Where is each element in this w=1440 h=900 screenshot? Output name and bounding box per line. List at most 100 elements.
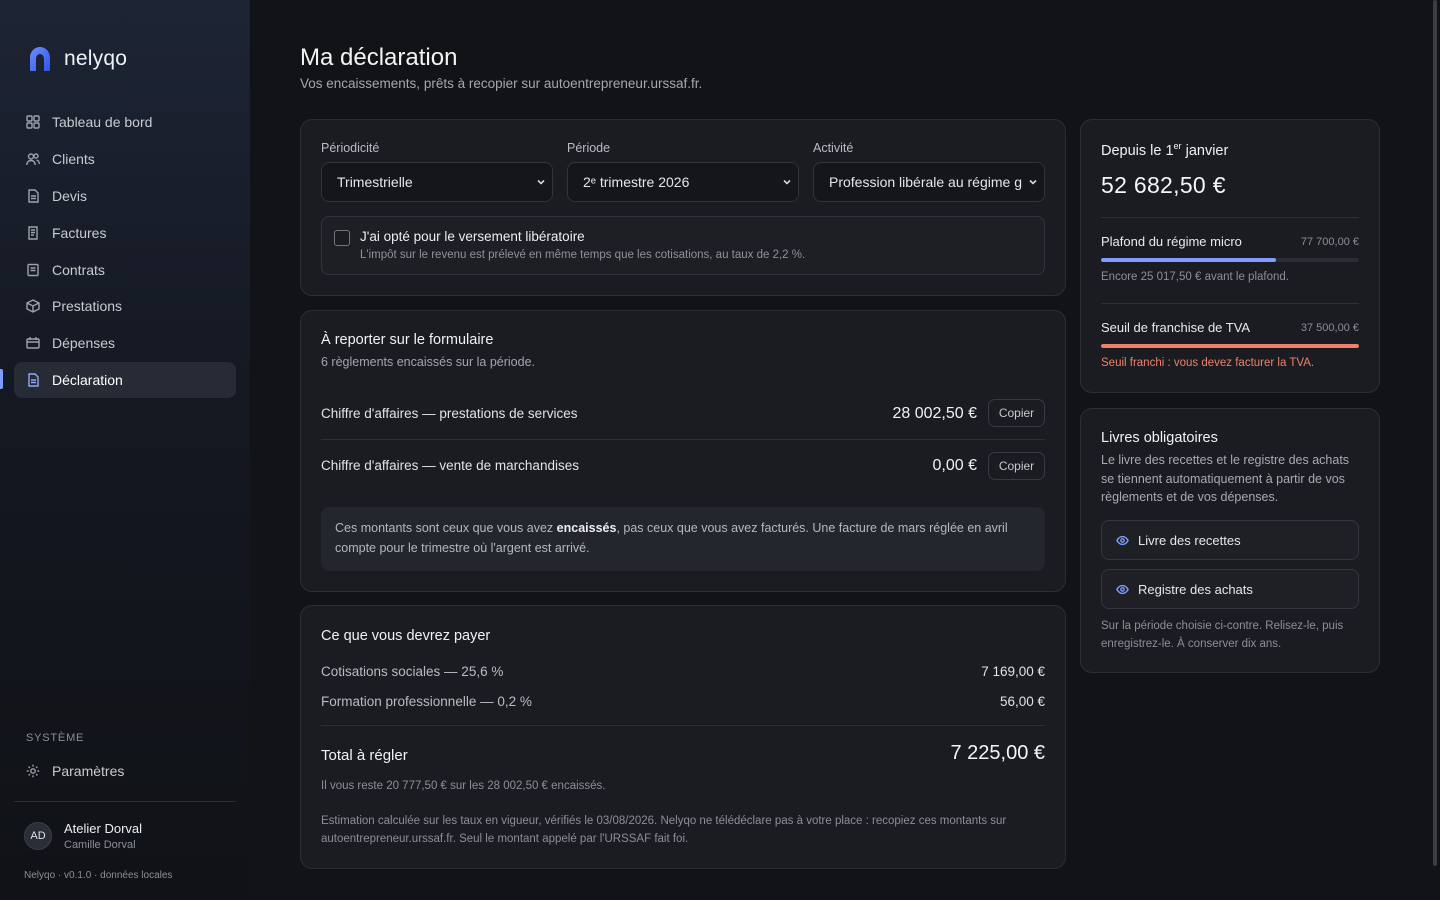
vat-threshold-value: 37 500,00 € — [1300, 322, 1359, 334]
nav-label: Devis — [52, 187, 88, 204]
declaration-icon — [28, 373, 39, 387]
divider — [14, 801, 236, 802]
title-text: janvier — [1181, 142, 1229, 159]
services-revenue-amount: 28 002,50 € — [892, 405, 977, 422]
disclaimer-text: Estimation calculée sur les taux en vigu… — [321, 815, 1007, 845]
services-revenue-label: Chiffre d'affaires — prestations de serv… — [321, 406, 578, 421]
report-card: À reporter sur le formulaire 6 règlement… — [300, 310, 1066, 592]
year-summary-card: Depuis le 1er janvier 52 682,50 € Plafon… — [1080, 119, 1380, 393]
nav-label: Dépenses — [52, 335, 116, 352]
goods-revenue-label: Chiffre d'affaires — vente de marchandis… — [321, 458, 579, 473]
eye-icon — [1116, 535, 1129, 545]
contract-icon — [27, 263, 39, 276]
user-name: Atelier Dorval — [64, 821, 143, 836]
period-value: 2ᵉ trimestre 2026 — [583, 174, 690, 190]
nav-item-clients[interactable]: Clients — [14, 141, 236, 177]
chevron-down-icon — [783, 179, 791, 185]
periodicity-value: Trimestrielle — [337, 174, 413, 190]
vat-threshold-label: Seuil de franchise de TVA — [1101, 320, 1251, 335]
nav-item-declaration[interactable]: Déclaration — [14, 362, 236, 399]
nav-label: Contrats — [52, 261, 105, 278]
page-scrollbar[interactable] — [1433, 0, 1437, 866]
remaining-text: Il vous reste 20 777,50 € sur les 28 002… — [321, 780, 606, 792]
activity-select[interactable]: Profession libérale au régime général — [813, 162, 1045, 202]
page-subtitle: Vos encaissements, prêts à recopier sur … — [300, 76, 703, 91]
vat-threshold-progress-fill — [1101, 344, 1359, 348]
divider — [1101, 303, 1359, 304]
wallet-icon — [26, 337, 40, 350]
micro-ceiling-progress-fill — [1101, 258, 1276, 262]
users-icon — [26, 153, 40, 165]
user-subname: Camille Dorval — [64, 839, 136, 851]
liberatory-checkbox[interactable] — [334, 230, 350, 246]
micro-ceiling-value: 77 700,00 € — [1300, 236, 1359, 248]
copy-services-button[interactable]: Copier — [988, 399, 1045, 427]
invoice-icon — [28, 225, 38, 240]
revenue-book-button[interactable]: Livre des recettes — [1101, 520, 1359, 560]
micro-ceiling-note: Encore 25 017,50 € avant le plafond. — [1101, 271, 1289, 283]
nav-item-devis[interactable]: Devis — [14, 178, 236, 214]
chevron-down-icon — [537, 179, 545, 185]
logo-icon — [30, 47, 50, 71]
nav-item-depenses[interactable]: Dépenses — [14, 325, 236, 361]
mandatory-books-card: Livres obligatoires Le livre des recette… — [1080, 408, 1380, 673]
eye-icon — [1116, 584, 1129, 594]
nav-item-prestations[interactable]: Prestations — [14, 288, 236, 324]
purchases-register-button[interactable]: Registre des achats — [1101, 569, 1359, 609]
brand-name: nelyqo — [64, 47, 128, 70]
nav-item-factures[interactable]: Factures — [14, 215, 236, 251]
user-profile[interactable]: AD Atelier Dorval Camille Dorval — [24, 821, 142, 851]
app-version: Nelyqo · v0.1.0 · données locales — [24, 870, 173, 881]
brand[interactable]: nelyqo — [28, 46, 127, 72]
total-value: 7 225,00 € — [950, 742, 1045, 764]
payment-card: Ce que vous devrez payer Cotisations soc… — [300, 605, 1066, 869]
vat-threshold-warning: Seuil franchi : vous devez facturer la T… — [1101, 357, 1315, 369]
social-contributions-value: 7 169,00 € — [981, 664, 1045, 679]
divider — [1101, 217, 1359, 218]
books-footnote: Sur la période choisie ci-contre. Relise… — [1101, 620, 1344, 650]
goods-revenue-amount: 0,00 € — [932, 457, 977, 474]
avatar: AD — [24, 822, 52, 850]
chevron-down-icon — [1029, 179, 1037, 185]
button-label: Registre des achats — [1138, 581, 1253, 597]
box-icon — [26, 299, 40, 314]
copy-goods-button[interactable]: Copier — [988, 452, 1045, 480]
payment-title: Ce que vous devrez payer — [321, 628, 491, 644]
total-label: Total à régler — [321, 747, 408, 764]
liberatory-option[interactable]: J'ai opté pour le versement libératoire … — [321, 216, 1045, 275]
social-contributions-label: Cotisations sociales — 25,6 % — [321, 664, 504, 679]
report-title: À reporter sur le formulaire — [321, 332, 494, 348]
activity-value: Profession libérale au régime général — [829, 174, 1045, 190]
divider — [321, 725, 1045, 726]
note-emphasis: encaissés — [556, 521, 617, 535]
liberatory-description: L'impôt sur le revenu est prélevé en mêm… — [360, 249, 806, 261]
nav-item-dashboard[interactable]: Tableau de bord — [14, 104, 236, 140]
note-text: Ces montants sont ceux que vous avez — [335, 521, 557, 535]
page-title: Ma déclaration — [300, 44, 458, 71]
document-icon — [28, 189, 39, 203]
period-select[interactable]: 2ᵉ trimestre 2026 — [567, 162, 799, 202]
training-contribution-label: Formation professionnelle — 0,2 % — [321, 694, 532, 709]
micro-ceiling-label: Plafond du régime micro — [1101, 234, 1242, 249]
nav-label: Déclaration — [52, 372, 123, 389]
liberatory-title: J'ai opté pour le versement libératoire — [360, 229, 585, 244]
title-sup: er — [1173, 141, 1182, 151]
nav-label: Clients — [52, 150, 95, 167]
sidebar: nelyqo Tableau de bord Clients Devis Fac… — [0, 0, 250, 900]
training-contribution-value: 56,00 € — [999, 694, 1045, 709]
nav-item-settings[interactable]: Paramètres — [14, 753, 236, 789]
nav-label: Paramètres — [52, 763, 125, 779]
nav-label: Prestations — [52, 298, 123, 315]
collected-note: Ces montants sont ceux que vous avez enc… — [321, 507, 1045, 571]
system-section-label: SYSTÈME — [26, 732, 85, 744]
report-subtitle: 6 règlements encaissés sur la période. — [321, 355, 536, 369]
year-revenue-amount: 52 682,50 € — [1101, 172, 1226, 198]
books-description: Le livre des recettes et le registre des… — [1101, 453, 1350, 504]
periodicity-label: Périodicité — [321, 141, 380, 155]
divider — [321, 439, 1045, 440]
nav-label: Tableau de bord — [52, 114, 153, 130]
title-text: Depuis le 1 — [1101, 142, 1174, 159]
periodicity-select[interactable]: Trimestrielle — [321, 162, 553, 202]
nav-item-contrats[interactable]: Contrats — [14, 252, 236, 288]
dashboard-icon — [26, 115, 40, 129]
